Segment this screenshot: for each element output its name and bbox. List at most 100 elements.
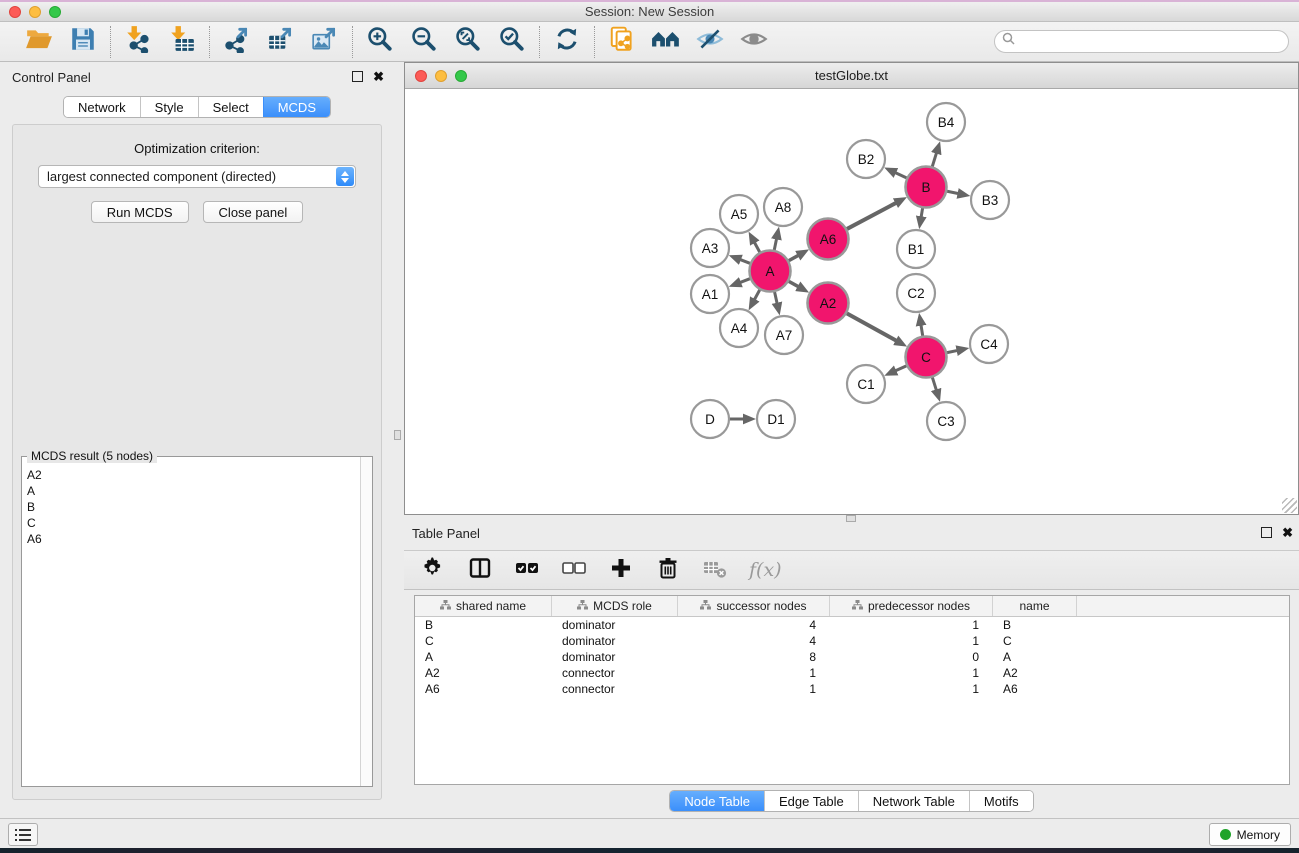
new-network-from-selection-button[interactable] <box>607 27 637 57</box>
apply-layout-button[interactable] <box>552 27 582 57</box>
task-history-button[interactable] <box>8 823 38 846</box>
graph-node-A1[interactable]: A1 <box>691 275 729 313</box>
zoom-fit-button[interactable] <box>453 27 483 57</box>
table-row[interactable]: A2connector11A2 <box>415 665 1289 681</box>
graph-node-B1[interactable]: B1 <box>897 230 935 268</box>
tab-edge-table[interactable]: Edge Table <box>764 791 858 811</box>
table-close-panel-icon[interactable]: ✖ <box>1282 527 1293 538</box>
graph-node-B[interactable]: B <box>906 167 947 208</box>
column-header-shared-name[interactable]: shared name <box>415 596 552 616</box>
edge-C-C2[interactable] <box>921 325 923 336</box>
zoom-in-button[interactable] <box>365 27 395 57</box>
graph-node-D1[interactable]: D1 <box>757 400 795 438</box>
table-cell[interactable]: A6 <box>415 681 552 697</box>
table-cell[interactable]: 4 <box>678 633 830 649</box>
edge-A-A5[interactable] <box>754 242 759 252</box>
graph-node-A4[interactable]: A4 <box>720 309 758 347</box>
graph-node-A2[interactable]: A2 <box>808 283 849 324</box>
table-cell[interactable]: B <box>415 617 552 633</box>
table-row[interactable]: Cdominator41C <box>415 633 1289 649</box>
graph-node-C4[interactable]: C4 <box>970 325 1008 363</box>
show-all-button[interactable] <box>739 27 769 57</box>
tab-node-table[interactable]: Node Table <box>670 791 764 811</box>
table-cell[interactable]: 0 <box>830 649 993 665</box>
table-cell[interactable]: 1 <box>678 665 830 681</box>
table-cell[interactable]: dominator <box>552 649 678 665</box>
table-cell[interactable]: C <box>415 633 552 649</box>
close-panel-icon[interactable]: ✖ <box>373 71 384 82</box>
result-scrollbar[interactable] <box>360 457 372 786</box>
table-cell[interactable]: 1 <box>830 617 993 633</box>
edge-A-A4[interactable] <box>754 290 759 300</box>
memory-button[interactable]: Memory <box>1209 823 1291 846</box>
column-header-successor-nodes[interactable]: successor nodes <box>678 596 830 616</box>
table-cell[interactable]: B <box>993 617 1077 633</box>
graph-node-A7[interactable]: A7 <box>765 316 803 354</box>
graph-node-A3[interactable]: A3 <box>691 229 729 267</box>
home-button[interactable] <box>651 27 681 57</box>
edge-A2-C[interactable] <box>847 313 897 340</box>
edge-B-B1[interactable] <box>921 208 922 217</box>
edge-A-A1[interactable] <box>740 279 750 283</box>
edge-C-C1[interactable] <box>895 366 906 371</box>
delete-column-button[interactable] <box>655 557 681 583</box>
column-header-name[interactable]: name <box>993 596 1077 616</box>
graph-node-A5[interactable]: A5 <box>720 195 758 233</box>
edge-B-B4[interactable] <box>932 153 936 167</box>
edge-C-C3[interactable] <box>932 378 936 391</box>
horizontal-split-handle[interactable] <box>846 515 856 522</box>
graph-node-A6[interactable]: A6 <box>808 219 849 260</box>
edge-A-A3[interactable] <box>740 259 750 263</box>
edge-A6-B[interactable] <box>847 203 896 229</box>
column-header-predecessor-nodes[interactable]: predecessor nodes <box>830 596 993 616</box>
vertical-split-handle[interactable] <box>394 430 401 440</box>
network-graph[interactable]: B4B2BB3A8A5A6A3B1AA1C2A2A4A7C4CC1C3DD1 <box>405 90 1298 514</box>
zoom-selected-button[interactable] <box>497 27 527 57</box>
table-cell[interactable]: C <box>993 633 1077 649</box>
mcds-result-list[interactable]: A2ABCA6 <box>22 463 360 786</box>
table-cell[interactable]: dominator <box>552 633 678 649</box>
edge-A-A8[interactable] <box>774 238 776 250</box>
table-cell[interactable]: A <box>993 649 1077 665</box>
graph-node-A8[interactable]: A8 <box>764 188 802 226</box>
table-cell[interactable]: 4 <box>678 617 830 633</box>
table-cell[interactable]: 1 <box>830 681 993 697</box>
hide-selected-button[interactable] <box>695 27 725 57</box>
table-row[interactable]: Adominator80A <box>415 649 1289 665</box>
save-session-button[interactable] <box>68 27 98 57</box>
deselect-all-rows-button[interactable] <box>561 557 587 583</box>
graph-node-A[interactable]: A <box>750 251 791 292</box>
close-panel-button[interactable]: Close panel <box>203 201 304 223</box>
edge-A-A2[interactable] <box>789 281 799 286</box>
table-cell[interactable]: A2 <box>415 665 552 681</box>
table-cell[interactable]: A6 <box>993 681 1077 697</box>
graph-node-C3[interactable]: C3 <box>927 402 965 440</box>
tab-motifs[interactable]: Motifs <box>969 791 1033 811</box>
select-all-rows-button[interactable] <box>514 557 540 583</box>
graph-node-D[interactable]: D <box>691 400 729 438</box>
tab-mcds[interactable]: MCDS <box>263 97 330 117</box>
tab-network-table[interactable]: Network Table <box>858 791 969 811</box>
edge-A-A7[interactable] <box>775 292 778 304</box>
table-cell[interactable]: A2 <box>993 665 1077 681</box>
table-cell[interactable]: connector <box>552 681 678 697</box>
search-input[interactable] <box>994 30 1289 53</box>
result-list-item[interactable]: A6 <box>27 531 360 547</box>
tab-network[interactable]: Network <box>64 97 140 117</box>
import-table-button[interactable] <box>167 27 197 57</box>
graph-node-B2[interactable]: B2 <box>847 140 885 178</box>
import-network-button[interactable] <box>123 27 153 57</box>
graph-node-C2[interactable]: C2 <box>897 274 935 312</box>
table-row[interactable]: Bdominator41B <box>415 617 1289 633</box>
graph-node-B4[interactable]: B4 <box>927 103 965 141</box>
run-mcds-button[interactable]: Run MCDS <box>91 201 189 223</box>
table-cell[interactable]: 1 <box>830 665 993 681</box>
export-network-button[interactable] <box>222 27 252 57</box>
network-window-titlebar[interactable]: testGlobe.txt <box>405 63 1298 89</box>
result-list-item[interactable]: A <box>27 483 360 499</box>
graph-node-C1[interactable]: C1 <box>847 365 885 403</box>
column-header-MCDS-role[interactable]: MCDS role <box>552 596 678 616</box>
network-canvas[interactable]: B4B2BB3A8A5A6A3B1AA1C2A2A4A7C4CC1C3DD1 <box>405 90 1298 514</box>
table-float-panel-icon[interactable] <box>1261 527 1272 538</box>
search-field[interactable] <box>1017 33 1288 51</box>
